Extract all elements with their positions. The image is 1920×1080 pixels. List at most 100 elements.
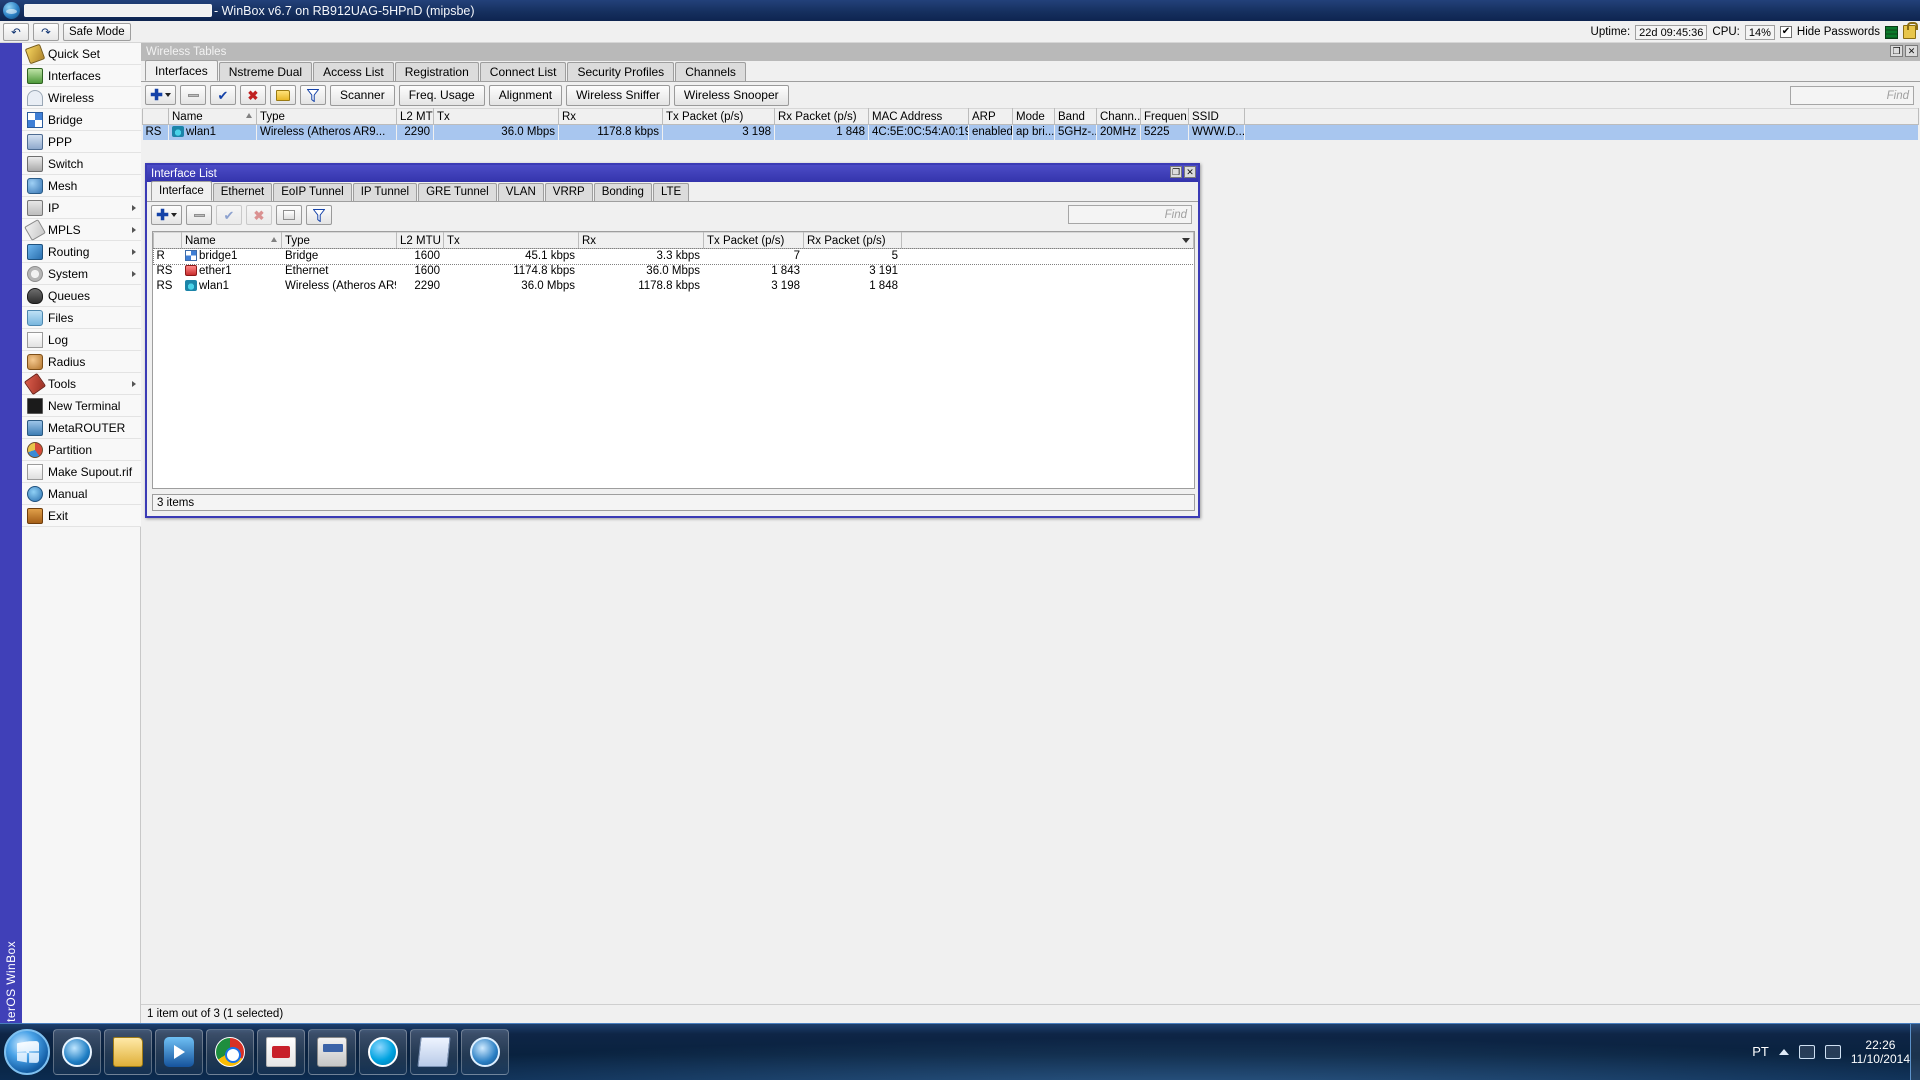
column-header-l2-mtu[interactable]: L2 MTU [396,108,434,125]
taskbar-item-browser[interactable] [461,1029,509,1075]
column-header-ssid[interactable]: SSID [1188,108,1245,125]
tab-interface[interactable]: Interface [151,181,212,201]
redo-button[interactable]: ↷ [33,22,59,41]
sidebar-item-system[interactable]: System [22,263,141,285]
sidebar-item-routing[interactable]: Routing [22,241,141,263]
sidebar-item-bridge[interactable]: Bridge [22,109,141,131]
tab-ip-tunnel[interactable]: IP Tunnel [352,183,418,201]
column-header-rx-packet-p-s[interactable]: Rx Packet (p/s) [803,232,902,249]
sidebar-item-mpls[interactable]: MPLS [22,218,141,241]
freq-usage-button[interactable]: Freq. Usage [398,84,485,106]
sidebar-item-mesh[interactable]: Mesh [22,175,141,197]
close-icon[interactable]: ✕ [1905,45,1918,57]
sidebar-item-make-supout-rif[interactable]: Make Supout.rif [22,461,141,483]
taskbar-item-google-chrome[interactable] [206,1029,254,1075]
tab-registration[interactable]: Registration [394,62,479,81]
tab-ethernet[interactable]: Ethernet [212,183,273,201]
restore-icon[interactable]: ❐ [1170,166,1182,178]
start-button[interactable] [4,1029,50,1075]
taskbar-item-file-explorer[interactable] [104,1029,152,1075]
tab-interfaces[interactable]: Interfaces [145,60,218,81]
sidebar-item-partition[interactable]: Partition [22,439,141,461]
add-button[interactable]: ✚ [145,85,176,105]
remove-button[interactable] [180,85,206,105]
sidebar-item-switch[interactable]: Switch [22,153,141,175]
column-header-mac-address[interactable]: MAC Address [868,108,969,125]
column-header-tx[interactable]: Tx [443,232,579,249]
sidebar-item-wireless[interactable]: Wireless [22,87,141,109]
disable-button[interactable]: ✖ [246,205,272,225]
wireless-sniffer-button[interactable]: Wireless Sniffer [566,84,670,106]
scanner-button[interactable]: Scanner [330,84,395,106]
column-header-mode[interactable]: Mode [1012,108,1055,125]
tab-lte[interactable]: LTE [652,183,690,201]
network-tray-icon[interactable] [1798,1044,1815,1059]
sidebar-item-queues[interactable]: Queues [22,285,141,307]
column-header-l2-mtu[interactable]: L2 MTU [396,232,444,249]
language-indicator[interactable]: PT [1752,1044,1769,1059]
filter-button[interactable] [300,85,326,105]
tab-gre-tunnel[interactable]: GRE Tunnel [418,183,497,201]
remove-button[interactable] [186,205,212,225]
table-row[interactable]: RS ether1 Ethernet 1600 1174.8 kbps 36.0 Mbps… [154,264,1194,279]
filter-button[interactable] [306,205,332,225]
tab-security-profiles[interactable]: Security Profiles [567,62,675,81]
tab-bonding[interactable]: Bonding [593,183,652,201]
taskbar-item-notes[interactable] [410,1029,458,1075]
column-header-band[interactable]: Band [1054,108,1097,125]
tab-connect-list[interactable]: Connect List [479,62,567,81]
sidebar-item-radius[interactable]: Radius [22,351,141,373]
enable-button[interactable]: ✔ [216,205,242,225]
sidebar-item-interfaces[interactable]: Interfaces [22,65,141,87]
sidebar-item-exit[interactable]: Exit [22,505,141,527]
undo-button[interactable]: ↶ [3,22,29,41]
column-header-blank[interactable] [901,232,1194,249]
tab-access-list[interactable]: Access List [313,62,394,81]
column-header-type[interactable]: Type [281,232,397,249]
column-header-blank[interactable] [153,232,182,249]
column-header-name[interactable]: Name [181,232,282,249]
sidebar-item-quick-set[interactable]: Quick Set [22,43,141,65]
wireless-snooper-button[interactable]: Wireless Snooper [673,84,789,106]
column-header-rx-packet-p-s[interactable]: Rx Packet (p/s) [774,108,869,125]
column-header-arp[interactable]: ARP [968,108,1013,125]
taskbar-clock[interactable]: 22:26 11/10/2014 [1851,1038,1910,1066]
column-header-rx[interactable]: Rx [558,108,663,125]
column-header-tx-packet-p-s[interactable]: Tx Packet (p/s) [662,108,775,125]
interface-list-find-input[interactable]: Find [1068,205,1192,224]
close-icon[interactable]: ✕ [1184,166,1196,178]
column-header-name[interactable]: Name [168,108,257,125]
sidebar-item-ip[interactable]: IP [22,197,141,219]
enable-button[interactable]: ✔ [210,85,236,105]
column-header-rx[interactable]: Rx [578,232,704,249]
sidebar-item-files[interactable]: Files [22,307,141,329]
column-header-tx-packet-p-s[interactable]: Tx Packet (p/s) [703,232,804,249]
column-chooser-icon[interactable] [1182,238,1190,243]
volume-tray-icon[interactable] [1824,1044,1841,1059]
taskbar-item-internet-explorer[interactable] [53,1029,101,1075]
column-header-type[interactable]: Type [256,108,397,125]
show-hidden-icons-icon[interactable] [1778,1048,1789,1055]
disable-button[interactable]: ✖ [240,85,266,105]
interface-list-titlebar[interactable]: Interface List ❐ ✕ [147,165,1198,182]
tab-vlan[interactable]: VLAN [497,183,544,201]
column-header-frequen[interactable]: Frequen... [1140,108,1189,125]
sidebar-item-metarouter[interactable]: MetaROUTER [22,417,141,439]
tab-eoip-tunnel[interactable]: EoIP Tunnel [273,183,352,201]
table-row[interactable]: Rbridge1 Bridge 1600 45.1 kbps 3.3 kbps 7 5 [153,247,1194,265]
tab-nstreme-dual[interactable]: Nstreme Dual [218,62,313,81]
taskbar-item-skype[interactable] [359,1029,407,1075]
wireless-find-input[interactable]: Find [1790,86,1914,105]
add-button[interactable]: ✚ [151,205,182,225]
sidebar-item-manual[interactable]: Manual [22,483,141,505]
column-header-blank[interactable] [142,108,169,125]
restore-icon[interactable]: ❐ [1890,45,1903,57]
tab-vrrp[interactable]: VRRP [544,183,593,201]
sidebar-item-log[interactable]: Log [22,329,141,351]
tab-channels[interactable]: Channels [675,62,746,81]
sidebar-item-new-terminal[interactable]: New Terminal [22,395,141,417]
taskbar-item-media-player[interactable] [155,1029,203,1075]
table-row[interactable]: RS wlan1 Wireless (Atheros AR9...229036.0 … [142,124,1919,140]
column-header-blank[interactable] [1244,108,1919,125]
hide-passwords-checkbox[interactable]: ✔ [1779,26,1792,38]
